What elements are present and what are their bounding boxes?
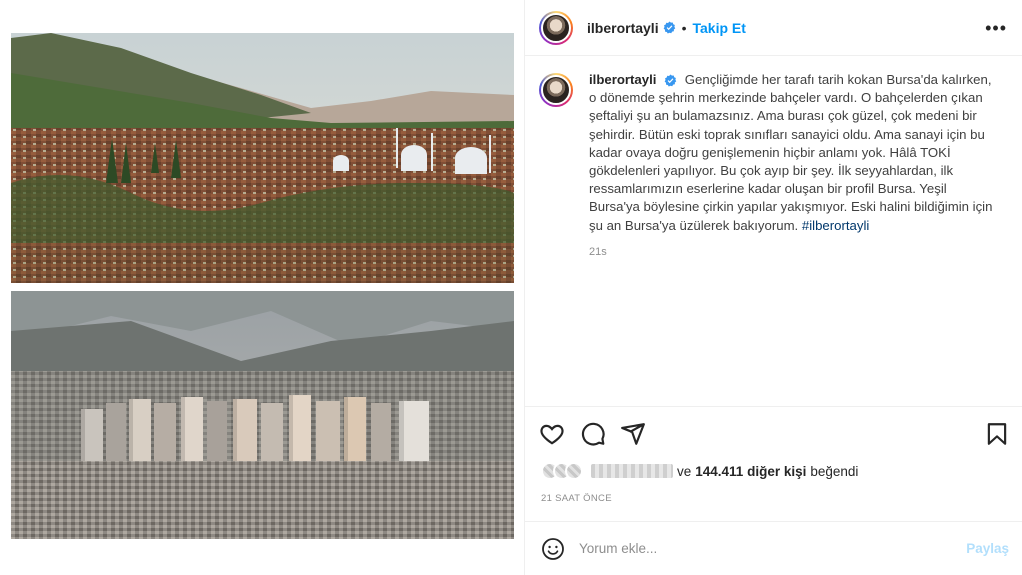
author-avatar[interactable] xyxy=(539,10,573,45)
verified-badge-icon xyxy=(663,21,675,34)
header-separator: • xyxy=(681,19,687,36)
avatar xyxy=(565,462,583,480)
post-header: ilberortayli • Takip Et ••• xyxy=(525,0,1022,56)
likes-count[interactable]: 144.411 diğer kişi xyxy=(695,464,806,479)
caption: ilberortayli Gençliğimde her tarafı tari… xyxy=(525,57,1022,402)
caption-time[interactable]: 21s xyxy=(589,243,999,261)
emoji-icon[interactable] xyxy=(541,537,565,561)
comment-bar: Paylaş xyxy=(525,521,1022,575)
follow-button[interactable]: Takip Et xyxy=(693,20,746,36)
caption-avatar[interactable] xyxy=(539,73,573,107)
caption-username[interactable]: ilberortayli xyxy=(589,72,656,87)
likes-summary: ve 144.411 diğer kişi beğendi xyxy=(541,462,858,480)
caption-body: ilberortayli Gençliğimde her tarafı tari… xyxy=(589,71,999,402)
caption-text: Gençliğimde her tarafı tarih kokan Bursa… xyxy=(589,72,993,233)
post-comment-button[interactable]: Paylaş xyxy=(966,541,1009,556)
more-options-icon[interactable]: ••• xyxy=(985,18,1007,39)
caption-hashtag[interactable]: #ilberortayli xyxy=(802,218,869,233)
post-panel: ilberortayli • Takip Et ••• ilberortayli… xyxy=(524,0,1022,575)
verified-badge-icon xyxy=(664,74,677,87)
photo-modern-bursa xyxy=(11,291,514,539)
comment-input[interactable] xyxy=(579,541,967,556)
likes-prefix: ve xyxy=(677,463,692,479)
action-bar xyxy=(525,406,1022,458)
photo-historic-bursa xyxy=(11,33,514,283)
likes-suffix: beğendi xyxy=(810,463,859,479)
heart-icon[interactable] xyxy=(539,421,565,447)
bookmark-icon[interactable] xyxy=(984,421,1010,447)
post-media xyxy=(0,0,524,575)
author-username[interactable]: ilberortayli xyxy=(587,20,659,36)
send-icon[interactable] xyxy=(620,421,646,447)
post-date[interactable]: 21 SAAT ÖNCE xyxy=(541,493,612,504)
liker-avatars[interactable] xyxy=(541,462,583,480)
comment-icon[interactable] xyxy=(580,421,606,447)
liker-name-redacted[interactable] xyxy=(591,464,673,478)
